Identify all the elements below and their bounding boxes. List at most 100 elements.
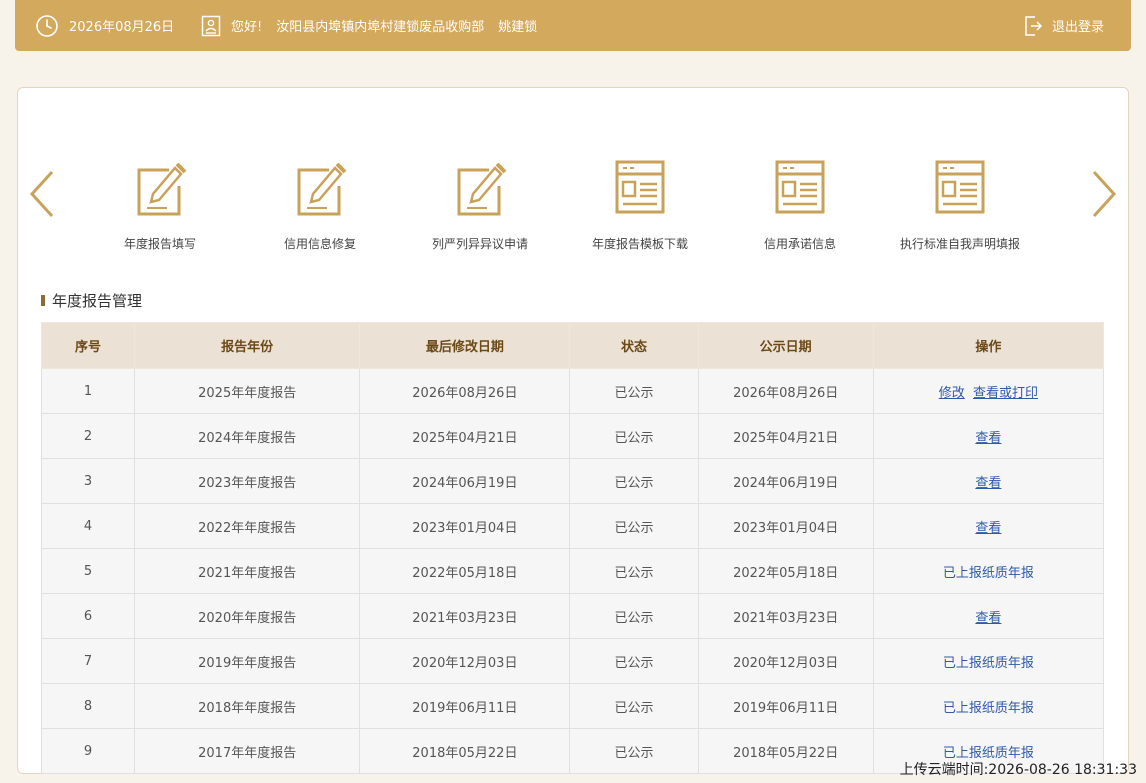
edit-icon: [137, 162, 187, 216]
clock-icon: [36, 14, 58, 37]
col-header-published: 公示日期: [697, 322, 874, 369]
cell-modified: 2022年05月18日: [359, 548, 571, 594]
cell-status: 已公示: [569, 638, 699, 684]
tool-label: 信用承诺信息: [763, 237, 836, 251]
view-link[interactable]: 查看: [975, 476, 1001, 491]
cell-published: 2023年01月04日: [697, 503, 874, 549]
cell-no: 9: [40, 728, 136, 774]
view-link[interactable]: 查看: [975, 521, 1001, 536]
cell-modified: 2021年03月23日: [359, 593, 571, 639]
view-link[interactable]: 查看: [975, 431, 1001, 446]
cell-year: 2024年年度报告: [134, 413, 361, 459]
greeting: 您好!: [231, 20, 263, 35]
edit-icon: [297, 162, 347, 216]
cell-actions: 已上报纸质年报: [872, 638, 1105, 684]
logout-icon: [1025, 15, 1043, 36]
cell-modified: 2024年06月19日: [359, 458, 571, 504]
cell-year: 2020年年度报告: [134, 593, 361, 639]
cell-modified: 2020年12月03日: [359, 638, 571, 684]
tool-label: 信用信息修复: [283, 237, 356, 251]
table-row: 4 2022年年度报告 2023年01月04日 已公示 2023年01月04日 …: [40, 503, 1105, 549]
tool-credit-commitment[interactable]: 信用承诺信息: [720, 158, 880, 252]
cell-published: 2018年05月22日: [697, 728, 874, 774]
cell-no: 6: [40, 593, 136, 639]
cell-published: 2021年03月23日: [697, 593, 874, 639]
cell-published: 2026年08月26日: [697, 368, 874, 414]
id-card-icon: [201, 15, 221, 36]
annual-report-table: 序号 报告年份 最后修改日期 状态 公示日期 操作 1 2025年年度报告 20…: [40, 322, 1105, 774]
cell-published: 2020年12月03日: [697, 638, 874, 684]
upload-time: 上传云端时间:2026-08-26 18:31:33: [899, 762, 1137, 778]
cell-year: 2023年年度报告: [134, 458, 361, 504]
logout-label: 退出登录: [1052, 20, 1105, 35]
tool-objection-application[interactable]: 列严列异异议申请: [400, 158, 560, 252]
org-name: 汝阳县内埠镇内埠村建锁废品收购部: [276, 20, 485, 35]
main-panel: 年度报告填写 信用信息修复 列严列异异议申请 年度报告模板下载 信用承诺信息 执…: [17, 87, 1129, 774]
cell-actions: 查看: [872, 413, 1105, 459]
cell-status: 已公示: [569, 413, 699, 459]
chevron-left-icon[interactable]: [26, 168, 58, 220]
cell-no: 3: [40, 458, 136, 504]
cell-status: 已公示: [569, 728, 699, 774]
tool-credit-repair[interactable]: 信用信息修复: [240, 158, 400, 252]
top-bar: 2026年08月26日 您好! 汝阳县内埠镇内埠村建锁废品收购部 姚建锁 退出登…: [15, 0, 1131, 51]
section-title: 年度报告管理: [41, 290, 142, 311]
cell-status: 已公示: [569, 548, 699, 594]
tool-label: 年度报告模板下载: [591, 237, 688, 251]
table-row: 5 2021年年度报告 2022年05月18日 已公示 2022年05月18日 …: [40, 548, 1105, 594]
cell-year: 2019年年度报告: [134, 638, 361, 684]
cell-no: 5: [40, 548, 136, 594]
date-area: 2026年08月26日: [35, 0, 174, 51]
paper-report-submitted: 已上报纸质年报: [942, 700, 1034, 716]
table-row: 6 2020年年度报告 2021年03月23日 已公示 2021年03月23日 …: [40, 593, 1105, 639]
edit-link[interactable]: 修改: [939, 386, 965, 401]
table-row: 8 2018年年度报告 2019年06月11日 已公示 2019年06月11日 …: [40, 683, 1105, 729]
cell-no: 1: [40, 368, 136, 414]
logout-button[interactable]: 退出登录: [1023, 0, 1104, 51]
paper-report-submitted: 已上报纸质年报: [942, 565, 1034, 581]
cell-no: 7: [40, 638, 136, 684]
cell-actions: 查看: [872, 503, 1105, 549]
cell-status: 已公示: [569, 593, 699, 639]
cell-no: 8: [40, 683, 136, 729]
cell-status: 已公示: [569, 503, 699, 549]
cell-no: 2: [40, 413, 136, 459]
paper-report-submitted: 已上报纸质年报: [942, 655, 1034, 671]
view-print-link[interactable]: 查看或打印: [973, 386, 1038, 401]
col-header-no: 序号: [40, 322, 136, 369]
user-name: 姚建锁: [498, 20, 538, 35]
cell-actions: 查看: [872, 593, 1105, 639]
cell-published: 2019年06月11日: [697, 683, 874, 729]
tool-template-download[interactable]: 年度报告模板下载: [560, 158, 720, 252]
tool-standard-declaration[interactable]: 执行标准自我声明填报: [880, 158, 1040, 252]
cell-modified: 2018年05月22日: [359, 728, 571, 774]
template-icon: [775, 160, 825, 214]
cell-published: 2025年04月21日: [697, 413, 874, 459]
section-title-text: 年度报告管理: [52, 292, 143, 310]
cell-year: 2018年年度报告: [134, 683, 361, 729]
tool-label: 执行标准自我声明填报: [899, 237, 1020, 251]
cell-year: 2025年年度报告: [134, 368, 361, 414]
view-link[interactable]: 查看: [975, 611, 1001, 626]
cell-modified: 2025年04月21日: [359, 413, 571, 459]
cell-published: 2024年06月19日: [697, 458, 874, 504]
user-info: 您好! 汝阳县内埠镇内埠村建锁废品收购部 姚建锁: [201, 0, 551, 51]
chevron-right-icon[interactable]: [1088, 168, 1120, 220]
edit-icon: [457, 162, 507, 216]
table-row: 7 2019年年度报告 2020年12月03日 已公示 2020年12月03日 …: [40, 638, 1105, 684]
cell-status: 已公示: [569, 368, 699, 414]
tool-annual-report-fill[interactable]: 年度报告填写: [80, 158, 240, 252]
col-header-status: 状态: [569, 322, 699, 369]
cell-year: 2017年年度报告: [134, 728, 361, 774]
tool-label: 年度报告填写: [123, 237, 196, 251]
table-header-row: 序号 报告年份 最后修改日期 状态 公示日期 操作: [40, 322, 1105, 369]
template-icon: [935, 160, 985, 214]
cell-modified: 2019年06月11日: [359, 683, 571, 729]
table-row: 3 2023年年度报告 2024年06月19日 已公示 2024年06月19日 …: [40, 458, 1105, 504]
col-header-year: 报告年份: [134, 322, 361, 369]
col-header-actions: 操作: [872, 322, 1105, 369]
table-row: 1 2025年年度报告 2026年08月26日 已公示 2026年08月26日 …: [40, 368, 1105, 414]
cell-modified: 2023年01月04日: [359, 503, 571, 549]
cell-actions: 已上报纸质年报: [872, 683, 1105, 729]
current-date: 2026年08月26日: [69, 20, 175, 35]
